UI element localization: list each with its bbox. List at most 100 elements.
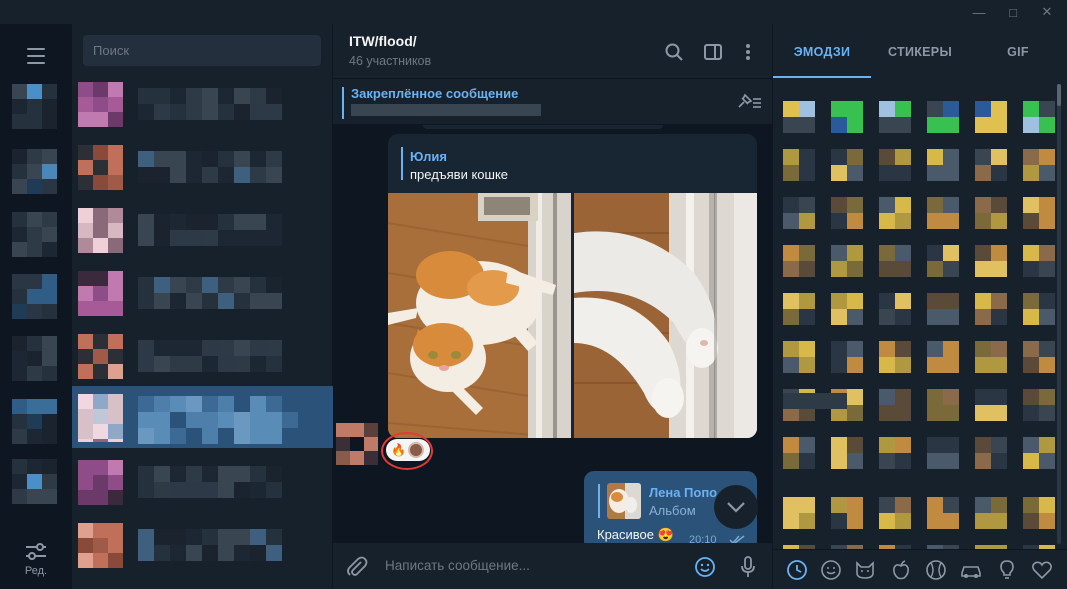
emoji-pixelated (783, 197, 799, 213)
emoji-pixelated (831, 453, 847, 469)
pinned-message-bar[interactable]: Закреплённое сообщение (333, 79, 772, 125)
cat-icon[interactable] (853, 558, 877, 582)
maximize-icon[interactable]: □ (996, 0, 1030, 24)
apple-icon[interactable] (889, 558, 913, 582)
tab-stickers[interactable]: СТИКЕРЫ (871, 24, 969, 79)
chat-avatar-pixelated (93, 271, 108, 286)
emoji-pixelated (943, 453, 959, 469)
chat-preview-pixelated (250, 104, 266, 120)
attach-icon[interactable] (345, 555, 369, 579)
folder-item-pixelated (42, 351, 57, 366)
chat-preview-pixelated (218, 428, 234, 444)
chat-preview-pixelated (138, 412, 154, 428)
emoji-pixelated (847, 117, 863, 133)
heart-icon[interactable] (1030, 558, 1054, 582)
folder-item-pixelated (27, 227, 42, 242)
emoji-pixelated (991, 497, 1007, 513)
chat-avatar-pixelated (93, 286, 108, 301)
microphone-icon[interactable] (736, 555, 760, 579)
cat-paws-photo[interactable] (574, 193, 757, 438)
message-time: 20:10 (689, 534, 717, 543)
emoji-grid[interactable] (773, 79, 1055, 549)
emoji-pixelated (783, 165, 799, 181)
chat-header[interactable]: ITW/flood/ 46 участников (333, 24, 772, 79)
reply-author[interactable]: Лена Попо (649, 485, 717, 500)
emoji-pixelated (831, 513, 847, 529)
menu-icon[interactable] (18, 42, 54, 70)
car-icon[interactable] (959, 558, 983, 582)
message-list[interactable]: Юлия предъяви кошке 🔥 Лена Попо Альбом К… (333, 125, 772, 543)
chat-preview-pixelated (154, 412, 170, 428)
sidebar-toggle-icon[interactable] (702, 41, 724, 63)
chat-preview-pixelated (234, 529, 250, 545)
chat-preview-pixelated (266, 466, 282, 482)
chat-preview-pixelated (170, 293, 186, 309)
message-input[interactable]: Написать сообщение... (385, 558, 530, 573)
emoji-pixelated (799, 149, 815, 165)
sender-avatar-pixelated[interactable] (336, 423, 378, 467)
chat-avatar-pixelated (93, 301, 108, 316)
chat-preview-pixelated (218, 277, 234, 293)
chat-preview-pixelated (170, 529, 186, 545)
folder-item-pixelated (27, 179, 42, 194)
chat-preview-pixelated (202, 151, 218, 167)
minimize-icon[interactable]: — (962, 0, 996, 24)
chat-title: ITW/flood/ (349, 33, 417, 49)
search-input[interactable]: Поиск (83, 35, 321, 66)
emoji-panel: ЭМОДЗИ СТИКЕРЫ GIF (772, 24, 1067, 589)
chat-preview-pixelated (138, 293, 154, 309)
chat-preview-pixelated (202, 277, 218, 293)
folder-item-pixelated (27, 351, 42, 366)
scrollbar-thumb[interactable] (1057, 84, 1061, 106)
chat-preview-pixelated (186, 545, 202, 561)
emoji-pixelated (799, 309, 815, 325)
chat-avatar-pixelated (108, 145, 123, 160)
chat-preview-pixelated (202, 356, 218, 372)
chat-preview-pixelated (234, 396, 250, 412)
chat-preview-pixelated (234, 151, 250, 167)
emoji-pixelated (799, 165, 815, 181)
emoji-pixelated (1039, 405, 1055, 421)
emoji-pixelated (879, 261, 895, 277)
tab-emoji[interactable]: ЭМОДЗИ (773, 24, 871, 79)
bulb-icon[interactable] (995, 558, 1019, 582)
emoji-section-header (783, 393, 799, 409)
emoji-icon[interactable] (693, 555, 717, 579)
chat-avatar-pixelated (78, 286, 93, 301)
folder-item-pixelated (42, 227, 57, 242)
ball-icon[interactable] (924, 558, 948, 582)
emoji-pixelated (1023, 245, 1039, 261)
folder-item-pixelated (27, 149, 42, 164)
edit-folders-button[interactable]: Ред. (0, 532, 72, 588)
emoji-pixelated (895, 149, 911, 165)
chat-avatar-pixelated (93, 364, 108, 379)
emoji-pixelated (831, 245, 847, 261)
emoji-pixelated (1039, 357, 1055, 373)
emoji-pixelated (975, 101, 991, 117)
album-thumbnail (607, 483, 641, 519)
emoji-pixelated (927, 261, 943, 277)
pin-list-icon[interactable] (736, 93, 762, 111)
emoji-pixelated (783, 309, 799, 325)
close-icon[interactable]: ✕ (1030, 0, 1064, 24)
folder-item-pixelated (27, 99, 42, 114)
tab-gif[interactable]: GIF (969, 24, 1067, 79)
scroll-down-button[interactable] (714, 485, 758, 529)
reply-author[interactable]: Юлия (410, 149, 447, 164)
chat-preview-pixelated (138, 277, 154, 293)
folder-item-pixelated (42, 304, 57, 319)
reply-accent-bar (598, 484, 600, 518)
scrollbar-track[interactable] (1057, 84, 1061, 544)
chat-avatar-pixelated (78, 301, 93, 316)
chat-preview-pixelated (202, 230, 218, 246)
recent-icon[interactable] (785, 558, 809, 582)
more-icon[interactable] (737, 41, 759, 63)
emoji-pixelated (831, 197, 847, 213)
message-bubble[interactable]: Юлия предъяви кошке (388, 134, 757, 438)
chat-preview-pixelated (154, 230, 170, 246)
folder-item-pixelated (42, 164, 57, 179)
smile-icon[interactable] (819, 558, 843, 582)
chat-avatar-pixelated (108, 538, 123, 553)
search-icon[interactable] (663, 41, 685, 63)
cat-photo[interactable] (388, 193, 571, 438)
